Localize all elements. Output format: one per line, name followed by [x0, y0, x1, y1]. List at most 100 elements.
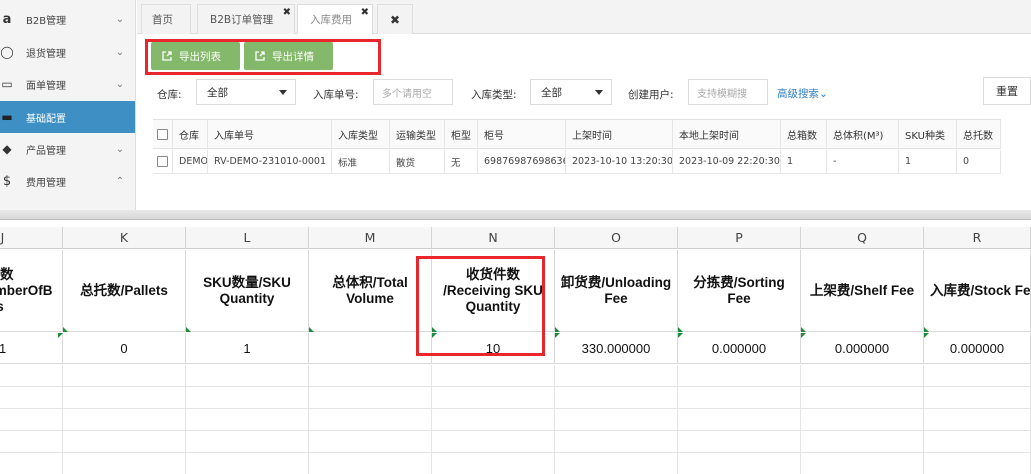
empty-cell[interactable]	[801, 409, 924, 431]
empty-cell[interactable]	[924, 365, 1031, 387]
advanced-search-link[interactable]: 高级搜索⌄	[777, 86, 828, 101]
col-local-shelf-time[interactable]: 本地上架时间	[673, 120, 781, 148]
col-total-volume[interactable]: 总体积(M³)	[827, 120, 899, 148]
sheet-header-volume[interactable]: 总体积/Total Volume	[309, 250, 432, 332]
sheet-header-total-boxes[interactable]: 总箱数 /NumberOfBoxes	[0, 250, 63, 332]
empty-cell[interactable]	[309, 365, 432, 387]
col-container-type[interactable]: 柜型	[445, 120, 478, 148]
tab-home[interactable]: 首页	[141, 4, 191, 34]
empty-cell[interactable]	[924, 387, 1031, 409]
col-inbound-no[interactable]: 入库单号	[208, 120, 332, 148]
empty-cell[interactable]	[432, 365, 555, 387]
sidebar-item-fees[interactable]: $ 费用管理 ⌃	[0, 165, 135, 197]
row-checkbox[interactable]	[153, 150, 173, 173]
table-row[interactable]: DEMO RV-DEMO-231010-0001 标准 散货 无 6987698…	[153, 150, 1001, 174]
column-header-q[interactable]: Q	[801, 227, 924, 249]
sidebar-item-basic-config[interactable]: ▬ 基础配置	[0, 101, 135, 133]
empty-cell[interactable]	[186, 453, 309, 474]
sidebar-item-returns[interactable]: ◯ 退货管理 ⌄	[0, 36, 135, 68]
close-all-tabs-button[interactable]: ✖	[377, 4, 413, 34]
sheet-cell-pallets[interactable]: 0	[63, 333, 186, 364]
sheet-header-sku-qty[interactable]: SKU数量/SKU Quantity	[186, 250, 309, 332]
col-inbound-type[interactable]: 入库类型	[332, 120, 390, 148]
sheet-cell-total-boxes[interactable]: 1	[0, 333, 63, 364]
empty-cell[interactable]	[801, 431, 924, 453]
empty-cell[interactable]	[555, 387, 678, 409]
column-header-o[interactable]: O	[555, 227, 678, 249]
empty-cell[interactable]	[186, 431, 309, 453]
empty-cell[interactable]	[186, 409, 309, 431]
column-header-r[interactable]: R	[924, 227, 1031, 249]
sidebar-item-products[interactable]: ◆ 产品管理 ⌄	[0, 133, 135, 165]
sheet-cell-stock-fee[interactable]: 0.000000	[924, 333, 1031, 364]
empty-cell[interactable]	[678, 453, 801, 474]
close-icon[interactable]: ✖	[283, 7, 291, 18]
column-header-n[interactable]: N	[432, 227, 555, 249]
empty-cell[interactable]	[555, 431, 678, 453]
inbound-no-input[interactable]: 多个请用空	[373, 79, 453, 105]
empty-cell[interactable]	[555, 409, 678, 431]
sheet-header-shelf-fee[interactable]: 上架费/Shelf Fee	[801, 250, 924, 332]
checkbox[interactable]	[157, 156, 168, 167]
sidebar-item-b2b[interactable]: a B2B管理 ⌄	[0, 3, 135, 35]
empty-cell[interactable]	[801, 453, 924, 474]
empty-cell[interactable]	[0, 453, 63, 474]
empty-cell[interactable]	[309, 453, 432, 474]
col-total-pallets[interactable]: 总托数	[957, 120, 1001, 148]
empty-cell[interactable]	[63, 365, 186, 387]
empty-cell[interactable]	[432, 431, 555, 453]
empty-cell[interactable]	[186, 387, 309, 409]
empty-cell[interactable]	[678, 431, 801, 453]
empty-cell[interactable]	[801, 365, 924, 387]
select-all-checkbox[interactable]	[153, 120, 173, 148]
empty-cell[interactable]	[678, 387, 801, 409]
empty-cell[interactable]	[309, 409, 432, 431]
column-header-p[interactable]: P	[678, 227, 801, 249]
sheet-header-pallets[interactable]: 总托数/Pallets	[63, 250, 186, 332]
empty-cell[interactable]	[186, 365, 309, 387]
empty-cell[interactable]	[63, 387, 186, 409]
sheet-cell-unloading-fee[interactable]: 330.000000	[555, 333, 678, 364]
empty-cell[interactable]	[0, 431, 63, 453]
inbound-type-select[interactable]: 全部	[530, 79, 612, 105]
col-warehouse[interactable]: 仓库	[173, 120, 208, 148]
sheet-header-receiving-qty[interactable]: 收货件数 /Receiving SKU Quantity	[432, 250, 555, 332]
empty-cell[interactable]	[924, 431, 1031, 453]
col-shelf-time[interactable]: 上架时间	[566, 120, 673, 148]
warehouse-select[interactable]: 全部	[196, 79, 296, 105]
checkbox[interactable]	[157, 128, 168, 140]
export-list-button[interactable]: 导出列表	[151, 42, 240, 70]
empty-cell[interactable]	[63, 453, 186, 474]
empty-cell[interactable]	[555, 365, 678, 387]
empty-cell[interactable]	[678, 409, 801, 431]
empty-cell[interactable]	[678, 365, 801, 387]
column-header-l[interactable]: L	[186, 227, 309, 249]
empty-cell[interactable]	[0, 387, 63, 409]
sheet-cell-sku-qty[interactable]: 1	[186, 333, 309, 364]
empty-cell[interactable]	[924, 453, 1031, 474]
reset-button[interactable]: 重置	[983, 77, 1031, 105]
empty-cell[interactable]	[0, 409, 63, 431]
column-header-m[interactable]: M	[309, 227, 432, 249]
empty-cell[interactable]	[309, 387, 432, 409]
column-header-k[interactable]: K	[63, 227, 186, 249]
col-total-boxes[interactable]: 总箱数	[781, 120, 827, 148]
column-header-j[interactable]: J	[0, 227, 63, 249]
sidebar-item-labels[interactable]: ▭ 面单管理 ⌄	[0, 68, 135, 100]
empty-cell[interactable]	[309, 431, 432, 453]
col-transport-type[interactable]: 运输类型	[390, 120, 445, 148]
empty-cell[interactable]	[924, 409, 1031, 431]
empty-cell[interactable]	[801, 387, 924, 409]
col-container-no[interactable]: 柜号	[478, 120, 566, 148]
empty-cell[interactable]	[432, 387, 555, 409]
creator-input[interactable]: 支持模糊搜	[688, 79, 768, 105]
export-detail-button[interactable]: 导出详情	[244, 42, 333, 70]
tab-b2b-orders[interactable]: B2B订单管理 ✖	[197, 4, 295, 34]
sheet-cell-sorting-fee[interactable]: 0.000000	[678, 333, 801, 364]
sheet-cell-shelf-fee[interactable]: 0.000000	[801, 333, 924, 364]
empty-cell[interactable]	[63, 409, 186, 431]
empty-cell[interactable]	[555, 453, 678, 474]
empty-cell[interactable]	[63, 431, 186, 453]
sheet-header-sorting-fee[interactable]: 分拣费/Sorting Fee	[678, 250, 801, 332]
sheet-header-unloading-fee[interactable]: 卸货费/Unloading Fee	[555, 250, 678, 332]
